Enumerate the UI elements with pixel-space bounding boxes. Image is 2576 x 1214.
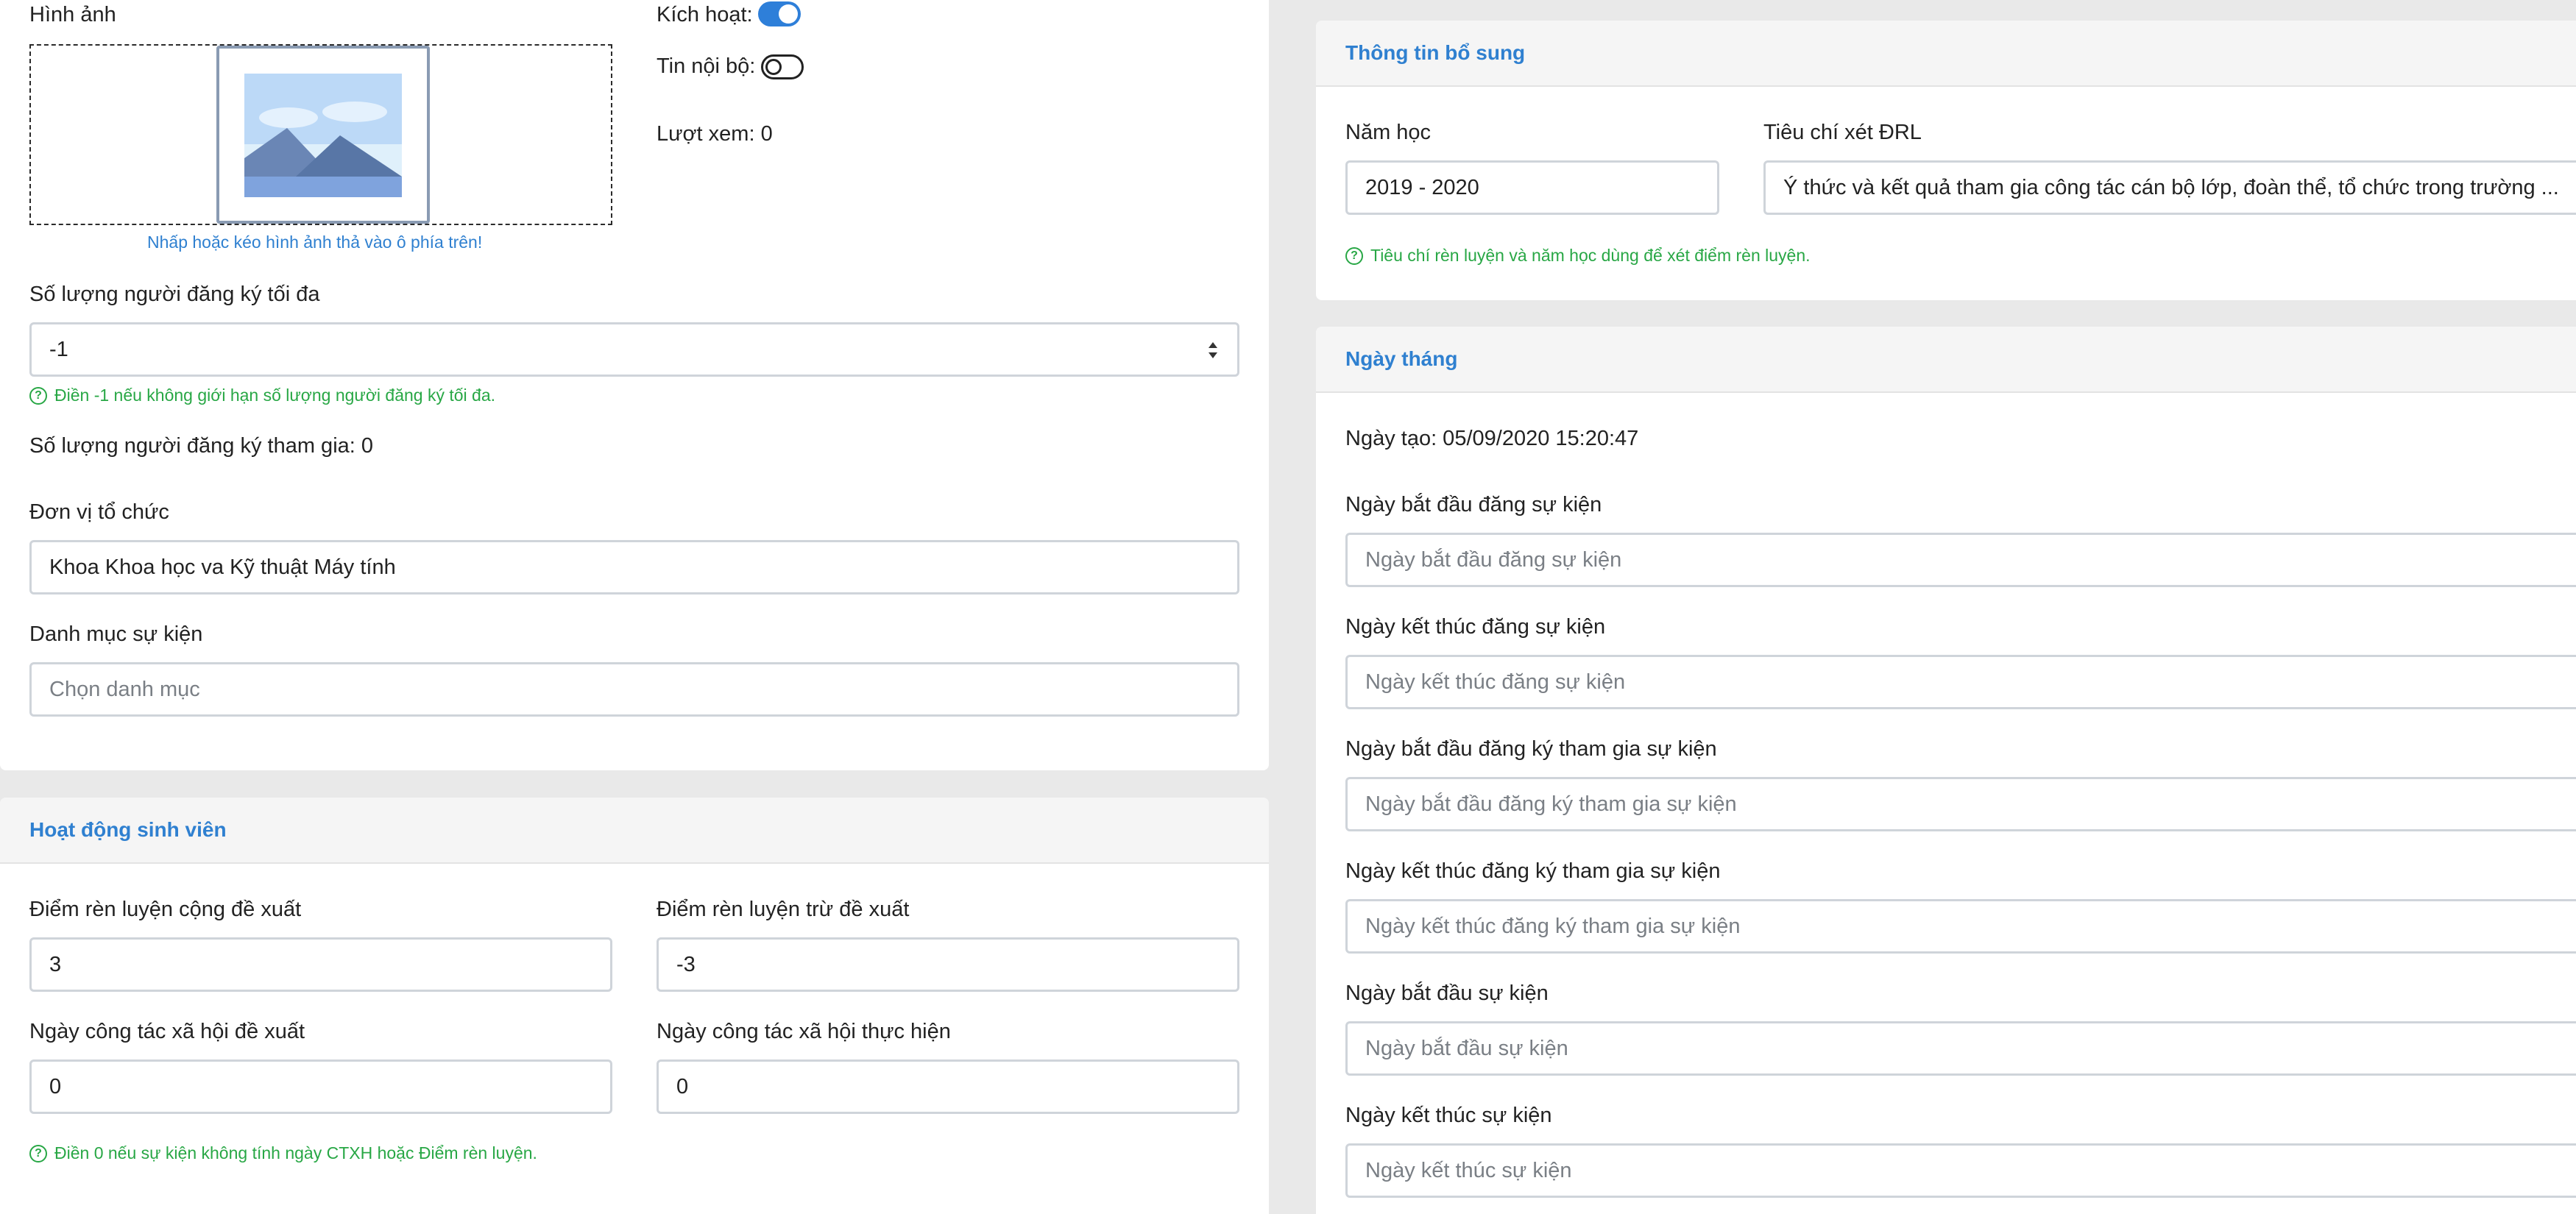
event-info-panel: Hình ảnh Nhấp hoặc kéo hình ảnh thả vào … (0, 0, 1269, 770)
event-end-placeholder: Ngày kết thúc sự kiện (1365, 1158, 1572, 1182)
ctxh-proposed-input[interactable]: 0 (29, 1059, 612, 1114)
max-registrations-value: -1 (49, 337, 68, 361)
register-end-input[interactable]: Ngày kết thúc đăng ký tham gia sự kiện (1345, 899, 2576, 954)
school-year-select[interactable]: 2019 - 2020 (1345, 160, 1719, 215)
plus-points-value: 3 (49, 952, 62, 976)
plus-points-input[interactable]: 3 (29, 937, 612, 992)
student-activity-title: Hoạt động sinh viên (29, 818, 227, 841)
school-year-label: Năm học (1345, 121, 1432, 144)
post-start-input[interactable]: Ngày bắt đầu đăng sự kiện (1345, 533, 2576, 587)
ctxh-done-label: Ngày công tác xã hội thực hiện (657, 1020, 951, 1043)
category-placeholder: Chọn danh mục (49, 677, 200, 701)
post-end-placeholder: Ngày kết thúc đăng sự kiện (1365, 670, 1626, 694)
event-end-input[interactable]: Ngày kết thúc sự kiện (1345, 1143, 2576, 1198)
category-select[interactable]: Chọn danh mục (29, 662, 1239, 717)
student-activity-header: Hoạt động sinh viên (0, 798, 1269, 864)
question-circle-icon: ? (29, 1144, 47, 1162)
event-end-label: Ngày kết thúc sự kiện (1345, 1104, 1552, 1127)
extra-info-title: Thông tin bổ sung (1345, 41, 1526, 64)
event-start-label: Ngày bắt đầu sự kiện (1345, 982, 1549, 1005)
register-start-label: Ngày bắt đầu đăng ký tham gia sự kiện (1345, 737, 1717, 761)
number-spinner-icon[interactable] (1208, 341, 1218, 360)
participants-count: Số lượng người đăng ký tham gia: 0 (29, 434, 374, 458)
extra-info-header: Thông tin bổ sung (1316, 21, 2576, 87)
event-start-input[interactable]: Ngày bắt đầu sự kiện (1345, 1021, 2576, 1076)
criteria-select[interactable]: Ý thức và kết quả tham gia công tác cán … (1763, 160, 2576, 215)
image-label: Hình ảnh (29, 3, 116, 26)
ctxh-proposed-label: Ngày công tác xã hội đề xuất (29, 1020, 305, 1043)
register-end-placeholder: Ngày kết thúc đăng ký tham gia sự kiện (1365, 914, 1741, 938)
extra-info-panel: Thông tin bổ sung Năm học 2019 - 2020 Ti… (1316, 21, 2576, 300)
post-start-placeholder: Ngày bắt đầu đăng sự kiện (1365, 547, 1622, 572)
active-toggle[interactable] (758, 1, 801, 26)
active-label: Kích hoạt: (657, 3, 753, 26)
criteria-label: Tiêu chí xét ĐRL (1763, 121, 1922, 144)
category-label: Danh mục sự kiện (29, 622, 203, 646)
ctxh-done-value: 0 (676, 1074, 689, 1098)
organizer-input[interactable]: Khoa Khoa học va Kỹ thuật Máy tính (29, 540, 1239, 594)
minus-points-value: -3 (676, 952, 696, 976)
dates-title: Ngày tháng (1345, 347, 1458, 370)
question-circle-icon: ? (29, 386, 47, 405)
dates-header: Ngày tháng (1316, 327, 2576, 393)
post-end-label: Ngày kết thúc đăng sự kiện (1345, 615, 1606, 639)
organizer-label: Đơn vị tổ chức (29, 500, 169, 524)
post-start-label: Ngày bắt đầu đăng sự kiện (1345, 493, 1602, 517)
student-activity-help: ? Điền 0 nếu sự kiện không tính ngày CTX… (29, 1143, 537, 1163)
dropzone-hint: Nhấp hoặc kéo hình ảnh thả vào ô phía tr… (147, 232, 483, 252)
max-registrations-label: Số lượng người đăng ký tối đa (29, 283, 320, 306)
landscape-image-icon (244, 74, 402, 197)
event-start-placeholder: Ngày bắt đầu sự kiện (1365, 1036, 1568, 1060)
ctxh-done-input[interactable]: 0 (657, 1059, 1239, 1114)
max-registrations-input[interactable]: -1 (29, 322, 1239, 377)
created-date: Ngày tạo: 05/09/2020 15:20:47 (1345, 427, 1639, 450)
register-start-placeholder: Ngày bắt đầu đăng ký tham gia sự kiện (1365, 792, 1737, 816)
minus-points-label: Điểm rèn luyện trừ đề xuất (657, 898, 910, 921)
dates-panel: Ngày tháng Ngày tạo: 05/09/2020 15:20:47… (1316, 327, 2576, 1214)
ctxh-proposed-value: 0 (49, 1074, 62, 1098)
views-count: Lượt xem: 0 (657, 122, 773, 146)
internal-label: Tin nội bộ: (657, 54, 756, 78)
internal-toggle[interactable] (761, 54, 804, 79)
organizer-value: Khoa Khoa học va Kỹ thuật Máy tính (49, 555, 396, 579)
school-year-value: 2019 - 2020 (1365, 175, 1479, 199)
criteria-value: Ý thức và kết quả tham gia công tác cán … (1783, 175, 2559, 199)
student-activity-panel: Hoạt động sinh viên Điểm rèn luyện cộng … (0, 798, 1269, 1214)
extra-info-help: ? Tiêu chí rèn luyện và năm học dùng để … (1345, 246, 1811, 266)
image-preview (216, 46, 430, 224)
image-dropzone[interactable] (29, 44, 612, 225)
register-end-label: Ngày kết thúc đăng ký tham gia sự kiện (1345, 859, 1721, 883)
post-end-input[interactable]: Ngày kết thúc đăng sự kiện (1345, 655, 2576, 709)
max-registrations-help: ? Điền -1 nếu không giới hạn số lượng ng… (29, 386, 495, 405)
plus-points-label: Điểm rèn luyện cộng đề xuất (29, 898, 302, 921)
minus-points-input[interactable]: -3 (657, 937, 1239, 992)
question-circle-icon: ? (1345, 246, 1363, 265)
register-start-input[interactable]: Ngày bắt đầu đăng ký tham gia sự kiện (1345, 777, 2576, 831)
